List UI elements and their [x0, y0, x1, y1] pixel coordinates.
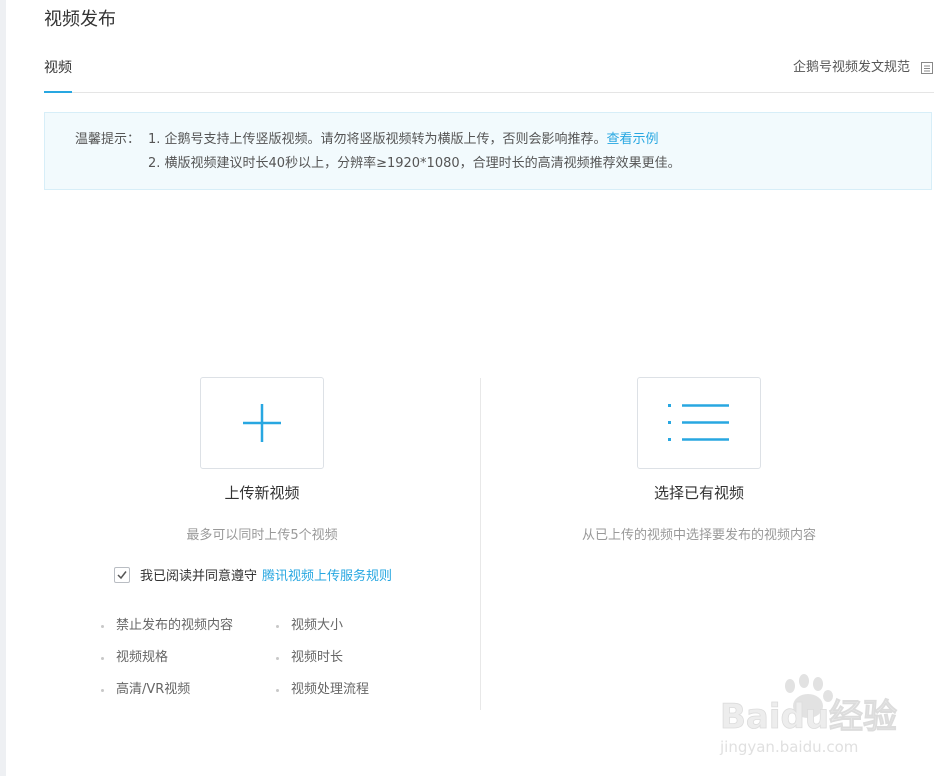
plus-icon [243, 404, 281, 442]
baidu-paw-logo: Baidu经验 jingyan.baidu.com [719, 674, 897, 756]
existing-desc: 从已上传的视频中选择要发布的视频内容 [581, 528, 816, 543]
notice-label: 温馨提示： [75, 132, 141, 147]
rule-list-left: 禁止发布的视频内容 视频规格 高清/VR视频 [101, 617, 233, 713]
left-rail [0, 0, 6, 776]
bullet-dot [101, 657, 104, 660]
rule-item[interactable]: 视频时长 [276, 649, 369, 681]
bullet-dot [101, 689, 104, 692]
page-title: 视频发布 [44, 9, 116, 30]
bullet-dot [101, 625, 104, 628]
notice-line-2: 2. 横版视频建议时长40秒以上，分辨率≥1920*1080，合理时长的高清视频… [148, 156, 681, 171]
upload-panel: 上传新视频 最多可以同时上传5个视频 [100, 377, 424, 545]
rule-item-label: 视频时长 [291, 650, 344, 665]
upload-desc: 最多可以同时上传5个视频 [186, 528, 338, 543]
bullet-dot [276, 625, 279, 628]
notice-box: 温馨提示： 1. 企鹅号支持上传竖版视频。请勿将竖版视频转为横版上传，否则会影响… [44, 112, 932, 190]
rule-item[interactable]: 视频大小 [276, 617, 369, 649]
agree-checkbox[interactable] [114, 566, 130, 583]
spec-link-label: 企鹅号视频发文规范 [792, 60, 910, 75]
view-example-link[interactable]: 查看示例 [607, 132, 659, 147]
rule-item-label: 视频大小 [291, 618, 344, 633]
watermark-brand: Baidu经验 [720, 697, 897, 737]
notice-line-1-text: 1. 企鹅号支持上传竖版视频。请勿将竖版视频转为横版上传，否则会影响推荐。 [148, 132, 607, 147]
rule-item[interactable]: 禁止发布的视频内容 [101, 617, 233, 649]
agree-row: 我已阅读并同意遵守 腾讯视频上传服务规则 [114, 565, 392, 584]
spec-link[interactable]: 企鹅号视频发文规范 [793, 58, 934, 78]
baidu-watermark: Baidu经验 jingyan.baidu.com [718, 672, 908, 762]
bullet-dot [276, 689, 279, 692]
rule-item-label: 视频处理流程 [291, 682, 370, 697]
watermark-url: jingyan.baidu.com [719, 738, 858, 756]
list-icon [668, 404, 729, 441]
existing-title: 选择已有视频 [653, 484, 744, 502]
rule-item-label: 禁止发布的视频内容 [116, 618, 234, 633]
upload-rules-link[interactable]: 腾讯视频上传服务规则 [262, 565, 392, 584]
tab-bar: 视频 企鹅号视频发文规范 [44, 56, 934, 93]
rule-item[interactable]: 视频规格 [101, 649, 233, 681]
rule-list-right: 视频大小 视频时长 视频处理流程 [276, 617, 369, 713]
existing-panel: 选择已有视频 从已上传的视频中选择要发布的视频内容 [537, 377, 861, 545]
tab-video[interactable]: 视频 [44, 58, 72, 78]
notice-line-1: 1. 企鹅号支持上传竖版视频。请勿将竖版视频转为横版上传，否则会影响推荐。查看示… [148, 128, 659, 152]
upload-new-video-button[interactable] [200, 377, 324, 469]
bullet-dot [276, 657, 279, 660]
rule-item-label: 视频规格 [116, 650, 169, 665]
tab-active-indicator [44, 91, 72, 93]
checkmark-icon [117, 570, 127, 579]
select-existing-video-button[interactable] [637, 377, 761, 469]
rule-item[interactable]: 高清/VR视频 [101, 681, 233, 713]
agree-text: 我已阅读并同意遵守 [140, 569, 258, 584]
rule-item[interactable]: 视频处理流程 [276, 681, 369, 713]
rule-item-label: 高清/VR视频 [116, 682, 191, 697]
panel-divider [480, 378, 481, 710]
upload-title: 上传新视频 [224, 484, 300, 502]
document-icon [920, 61, 934, 75]
